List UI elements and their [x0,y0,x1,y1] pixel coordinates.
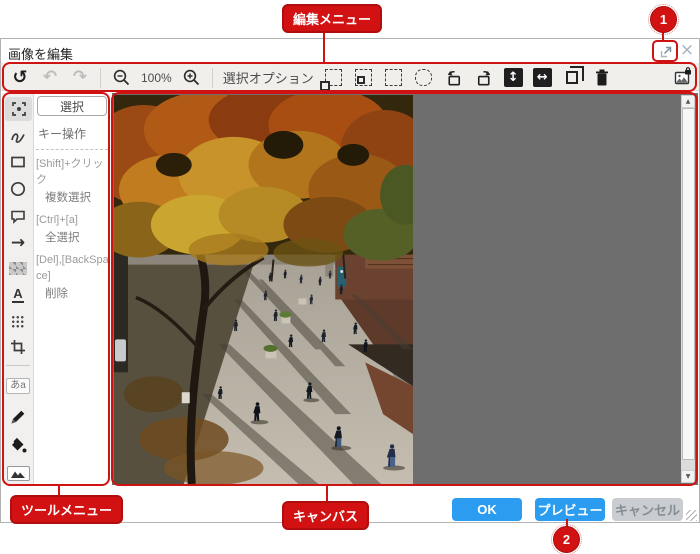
expand-icon [658,44,674,60]
zoom-in-icon[interactable] [182,67,202,89]
canvas-vertical-scrollbar[interactable]: ▲ ▼ [681,95,695,483]
rotate-right-icon[interactable] [474,67,494,89]
text-tool[interactable]: A [2,283,34,307]
flip-vertical-icon[interactable]: ↕ [504,68,523,87]
dot-pattern-tool[interactable] [2,310,34,334]
rotate-reset-icon[interactable]: ↺ [12,69,27,87]
crop-tool[interactable] [2,335,34,359]
shortcut-action: 削除 [36,286,110,302]
select-tool[interactable] [5,97,32,121]
toolbar-separator [100,68,101,88]
rotate-left-icon[interactable] [444,67,464,89]
pencil-tool[interactable] [2,405,34,429]
zoom-out-icon[interactable] [111,67,131,89]
selection-new-icon[interactable] [324,67,344,89]
expand-dialog-button[interactable] [656,42,676,61]
canvas-label: キャンバス [282,501,369,530]
close-button[interactable]: × [678,40,696,60]
text-style-tool[interactable]: あa [2,374,34,398]
edit-menu-label: 編集メニュー [282,4,382,33]
key-operations-title: キー操作 [36,125,110,142]
shortcut-action: 複数選択 [36,190,110,206]
flip-horizontal-icon[interactable]: ↔ [533,68,552,87]
rectangle-tool[interactable] [2,150,34,174]
image-insert-tool[interactable] [2,461,34,485]
screenshot-stage: 画像を編集 × ↺ ↶ ↷ 100% [0,0,700,554]
duplicate-icon[interactable] [562,67,582,89]
panel-divider [36,149,108,150]
selection-options-label: 選択オプション [223,68,314,87]
scroll-up-button[interactable]: ▲ [681,95,695,108]
marker-2: 2 [553,526,580,553]
delete-icon[interactable] [592,67,612,89]
redo-icon[interactable]: ↷ [73,69,87,86]
resize-grip[interactable] [686,510,697,521]
freehand-tool[interactable] [2,125,34,149]
fill-bucket-tool[interactable] [2,433,34,457]
mosaic-tool[interactable] [2,256,34,280]
undo-icon[interactable]: ↶ [43,69,57,86]
edit-menu-callout-line [323,30,325,63]
arrow-tool[interactable]: → [2,231,34,255]
selection-add-icon[interactable] [354,67,374,89]
shortcut-action: 全選択 [36,230,110,246]
shortcut-keys: [Ctrl]+[a] [36,212,110,228]
selection-rect-icon[interactable] [384,67,404,89]
cancel-button[interactable]: キャンセル [612,498,683,521]
photo [114,95,413,484]
select-mode-button[interactable]: 選択 [37,96,107,116]
shortcut-panel: 選択 キー操作 [Shift]+クリック 複数選択 [Ctrl]+[a] 全選択… [34,93,112,484]
speech-bubble-tool[interactable] [2,204,34,228]
strip-separator [6,365,30,366]
preview-button[interactable]: プレビュー [535,498,605,521]
ellipse-tool[interactable] [2,177,34,201]
toolbar-content: ↺ ↶ ↷ 100% 選択オプション [10,64,612,91]
dialog-title: 画像を編集 [8,44,73,63]
ok-button[interactable]: OK [452,498,522,521]
shortcut-keys: [Del],[BackSpace] [36,252,110,284]
scroll-down-button[interactable]: ▼ [681,470,695,483]
selection-free-icon[interactable] [414,67,434,89]
tool-menu-label: ツールメニュー [10,495,123,524]
tool-strip: → A あa [2,93,34,484]
toolbar-separator [212,68,213,88]
scrollbar-thumb[interactable] [682,108,695,460]
shortcut-keys: [Shift]+クリック [36,156,110,188]
image-lock-icon[interactable] [672,66,694,88]
zoom-level-value: 100% [141,71,172,85]
marker-1: 1 [650,6,677,33]
